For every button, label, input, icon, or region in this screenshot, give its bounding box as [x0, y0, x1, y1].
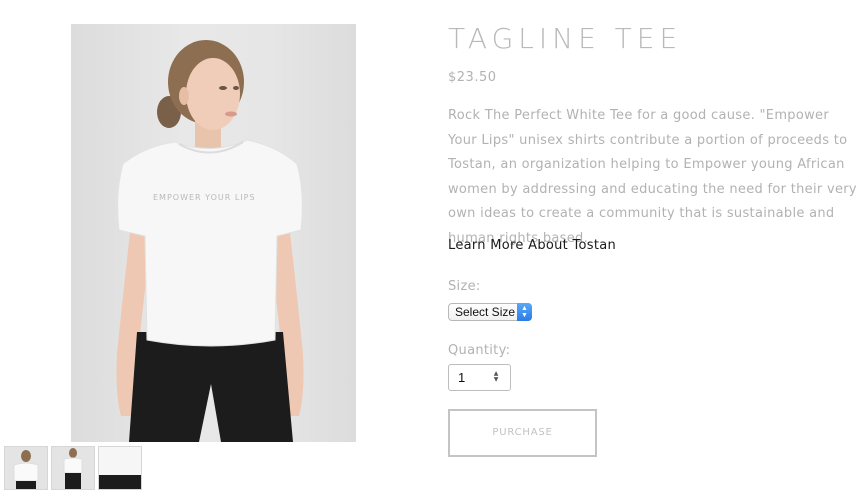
quantity-value: 1 [458, 370, 466, 385]
size-select[interactable]: Select Size ▲ ▼ [448, 303, 532, 321]
product-description: Rock The Perfect White Tee for a good ca… [448, 108, 857, 246]
size-select-value: Select Size [455, 305, 516, 319]
stepper-arrows-icon[interactable]: ▲ ▼ [492, 371, 500, 383]
learn-more-link[interactable]: Learn More About Tostan [448, 238, 616, 253]
quantity-stepper[interactable]: 1 ▲ ▼ [448, 364, 511, 391]
shirt-print-text: EMPOWER YOUR LIPS [153, 193, 256, 202]
product-title: TAGLINE TEE [448, 22, 683, 55]
thumbnail-detail[interactable] [98, 446, 142, 490]
select-arrows-icon: ▲ ▼ [517, 303, 532, 321]
product-price: $23.50 [448, 70, 497, 85]
size-label: Size: [448, 279, 481, 294]
thumbnail-full[interactable] [51, 446, 95, 490]
purchase-button[interactable]: PURCHASE [448, 409, 597, 457]
quantity-label: Quantity: [448, 343, 511, 358]
thumbnail-front[interactable] [4, 446, 48, 490]
product-page: EMPOWER YOUR LIPS TAGLINE TEE $23.50 Roc… [0, 0, 864, 504]
main-product-image: EMPOWER YOUR LIPS [71, 24, 356, 442]
